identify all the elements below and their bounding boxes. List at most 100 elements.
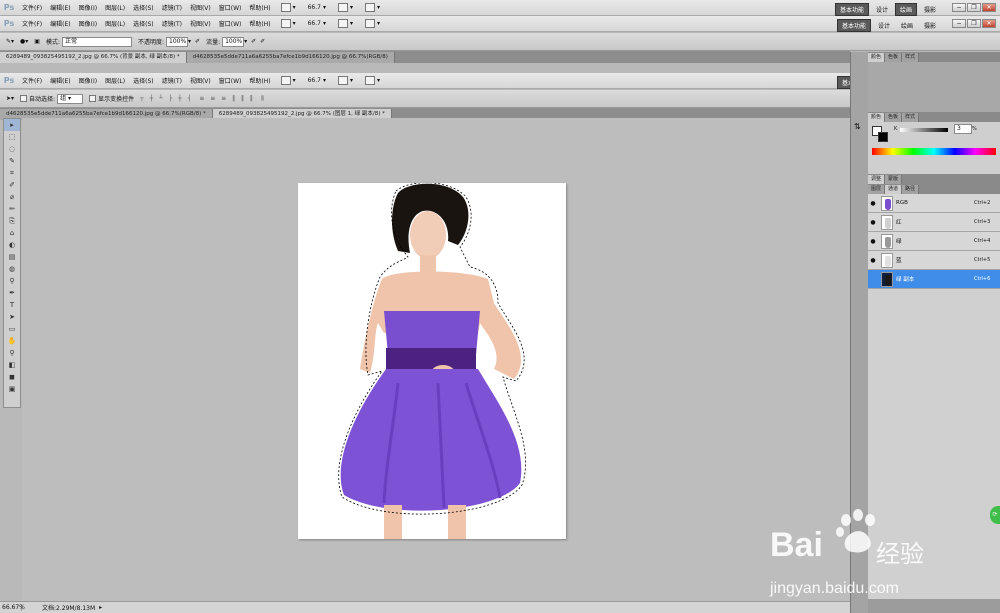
arrange-control[interactable]: ▾: [337, 3, 359, 12]
eye-icon[interactable]: ●: [868, 238, 878, 245]
auto-select-checkbox[interactable]: [20, 95, 28, 102]
tab-channels[interactable]: 通道: [885, 185, 903, 194]
tool-icon[interactable]: ◼: [4, 371, 20, 383]
tool-icon[interactable]: ➤: [4, 311, 20, 323]
flow-input[interactable]: 100%: [222, 36, 245, 47]
menu-select[interactable]: 选择(S): [129, 3, 158, 12]
tab-adjustments[interactable]: 调整: [868, 175, 886, 184]
chevron-right-icon[interactable]: ▸: [99, 604, 102, 611]
tool-icon[interactable]: ✒: [4, 287, 20, 299]
brush-tool-icon[interactable]: ✎▾: [6, 38, 14, 45]
menu-image[interactable]: 图像(I): [75, 19, 101, 28]
close-button[interactable]: ✕: [982, 19, 996, 28]
tool-icon[interactable]: ▸: [4, 119, 20, 131]
menu-help[interactable]: 帮助(H): [245, 3, 274, 12]
distribute-buttons-icon[interactable]: ≡ ≡ ≡ ‖ ‖ ‖: [199, 95, 255, 102]
tool-icon[interactable]: ◐: [4, 239, 20, 251]
menu-filter[interactable]: 滤镜(T): [158, 19, 186, 28]
extras-control[interactable]: ▾: [365, 76, 386, 85]
menu-layer[interactable]: 图层(L): [101, 3, 129, 12]
eye-icon[interactable]: ●: [868, 219, 878, 226]
channel-row[interactable]: ● 蓝 Ctrl+5: [868, 251, 1000, 270]
tool-icon[interactable]: ◍: [4, 263, 20, 275]
menu-help[interactable]: 帮助(H): [245, 76, 274, 85]
menu-edit[interactable]: 编辑(E): [46, 3, 74, 12]
menu-select[interactable]: 选择(S): [129, 76, 158, 85]
tool-icon[interactable]: ⬚: [4, 131, 20, 143]
extras-control[interactable]: ▾: [365, 19, 386, 28]
menu-view[interactable]: 视图(V): [186, 76, 215, 85]
screen-mode-control[interactable]: ▾: [280, 3, 302, 12]
tool-icon[interactable]: ✎: [4, 155, 20, 167]
channel-row[interactable]: ● 红 Ctrl+3: [868, 213, 1000, 232]
restore-button[interactable]: ❐: [967, 19, 981, 28]
eye-icon[interactable]: ●: [868, 200, 878, 207]
workspace-essentials[interactable]: 基本功能: [834, 3, 869, 16]
align-buttons-icon[interactable]: ┬ ┼ ┴ ├ ┼ ┤: [140, 95, 193, 102]
tool-icon[interactable]: T: [4, 299, 20, 311]
tab-masks[interactable]: 蒙版: [885, 175, 903, 184]
menu-layer[interactable]: 图层(L): [101, 19, 129, 28]
menu-layer[interactable]: 图层(L): [101, 76, 129, 85]
channel-row[interactable]: ● RGB Ctrl+2: [868, 194, 1000, 213]
menu-file[interactable]: 文件(F): [18, 19, 46, 28]
k-slider[interactable]: [900, 128, 948, 132]
tab-layers[interactable]: 图层: [868, 185, 886, 194]
menu-file[interactable]: 文件(F): [18, 3, 46, 12]
brush-preset-picker[interactable]: ●▾: [20, 38, 28, 45]
menu-filter[interactable]: 滤镜(T): [158, 76, 186, 85]
pressure-opacity-icon[interactable]: ✐: [195, 38, 200, 45]
zoom-control[interactable]: 66.7 ▾: [308, 4, 332, 11]
tool-icon[interactable]: ⚲: [4, 347, 20, 359]
workspace-painting[interactable]: 绘画: [897, 20, 917, 31]
screen-mode-control[interactable]: ▾: [280, 19, 302, 28]
menu-edit[interactable]: 编辑(E): [46, 76, 74, 85]
workspace-photography[interactable]: 摄影: [920, 20, 940, 31]
workspace-photography[interactable]: 摄影: [920, 4, 940, 15]
tool-icon[interactable]: ▤: [4, 251, 20, 263]
menu-window[interactable]: 窗口(W): [215, 19, 246, 28]
tool-icon[interactable]: ⌗: [4, 167, 20, 179]
tab-color[interactable]: 颜色: [868, 53, 886, 62]
tool-icon[interactable]: ◧: [4, 359, 20, 371]
workspace-painting[interactable]: 绘画: [894, 3, 917, 16]
doc-tab-1[interactable]: 6289489_093825495192_2.jpg @ 66.7% (背景 副…: [0, 52, 187, 63]
arrange-control[interactable]: ▾: [337, 76, 359, 85]
auto-select-select[interactable]: 组 ▾: [57, 93, 84, 104]
menu-select[interactable]: 选择(S): [129, 19, 158, 28]
workspace-design[interactable]: 设计: [872, 4, 892, 15]
tool-icon[interactable]: ⎘: [4, 215, 20, 227]
tab-styles[interactable]: 样式: [902, 113, 920, 122]
menu-file[interactable]: 文件(F): [18, 76, 46, 85]
move-tool-icon[interactable]: ➤▾: [6, 95, 14, 102]
menu-edit[interactable]: 编辑(E): [46, 19, 74, 28]
menu-window[interactable]: 窗口(W): [215, 76, 246, 85]
arrange-control[interactable]: ▾: [337, 19, 359, 28]
tool-icon[interactable]: ◌: [4, 143, 20, 155]
auto-align-icon[interactable]: ⫼: [261, 95, 264, 103]
opacity-input[interactable]: 100%: [166, 36, 189, 47]
eye-icon[interactable]: ●: [868, 257, 878, 264]
screen-mode-control[interactable]: ▾: [280, 76, 302, 85]
tool-icon[interactable]: ⌀: [4, 191, 20, 203]
background-color-swatch[interactable]: [878, 132, 888, 142]
close-button[interactable]: ✕: [982, 3, 996, 12]
tool-icon[interactable]: ▭: [4, 323, 20, 335]
tab-swatches[interactable]: 色板: [885, 53, 903, 62]
minimize-button[interactable]: −: [952, 19, 966, 28]
channel-row[interactable]: ● 绿 Ctrl+4: [868, 232, 1000, 251]
tool-icon[interactable]: ✋: [4, 335, 20, 347]
airbrush-icon[interactable]: ✐: [251, 38, 256, 45]
chevron-down-icon[interactable]: ▾: [188, 38, 191, 45]
tool-icon[interactable]: ▣: [4, 383, 20, 395]
channel-row[interactable]: 绿 副本 Ctrl+6: [868, 270, 1000, 289]
restore-button[interactable]: ❐: [967, 3, 981, 12]
show-transform-checkbox[interactable]: [89, 95, 97, 102]
mode-select[interactable]: 正常: [62, 36, 132, 47]
workspace-essentials[interactable]: 基本功能: [836, 19, 871, 32]
tool-icon[interactable]: ✐: [4, 179, 20, 191]
tool-icon[interactable]: ⌂: [4, 227, 20, 239]
menu-view[interactable]: 视图(V): [186, 19, 215, 28]
menu-image[interactable]: 图像(I): [75, 76, 101, 85]
menu-image[interactable]: 图像(I): [75, 3, 101, 12]
